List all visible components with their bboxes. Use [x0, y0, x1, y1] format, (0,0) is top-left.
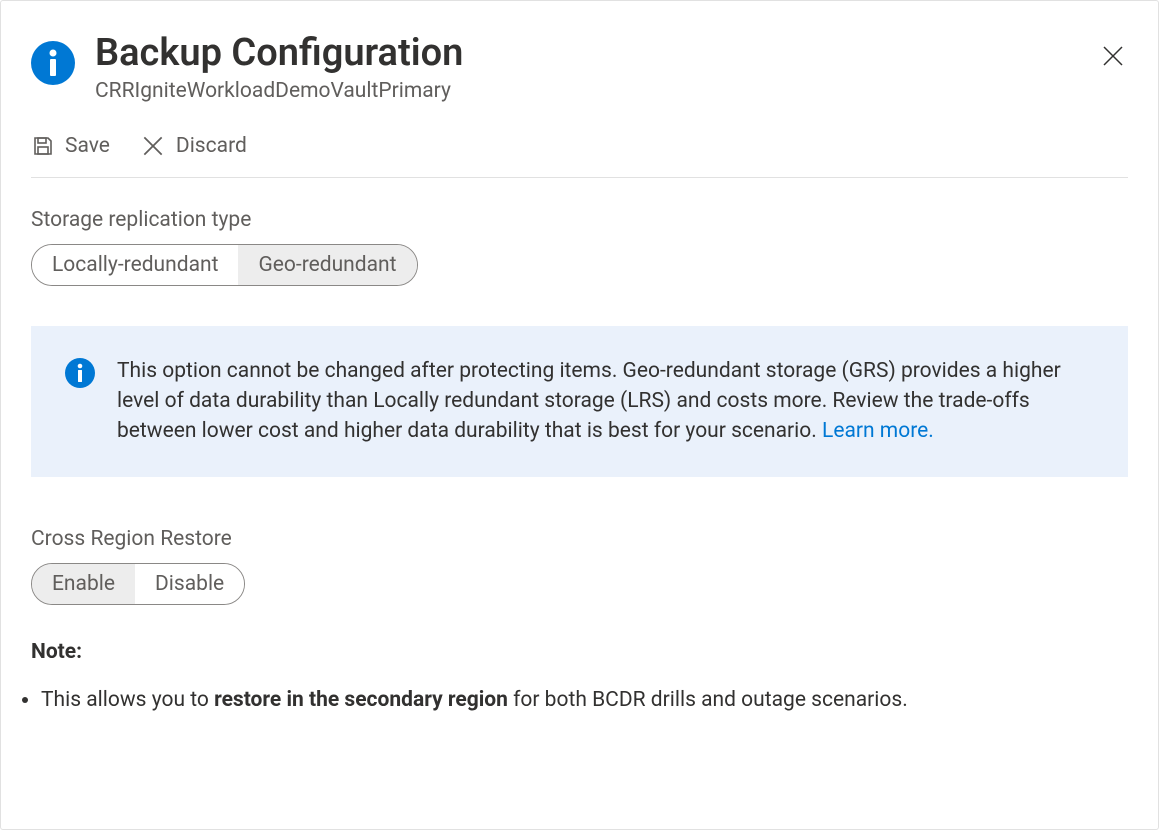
cross-region-label: Cross Region Restore	[31, 527, 1128, 551]
close-icon	[1101, 44, 1125, 68]
learn-more-link[interactable]: Learn more.	[822, 419, 934, 443]
note-item-suffix: for both BCDR drills and outage scenario…	[508, 688, 908, 712]
info-icon	[65, 358, 95, 388]
storage-replication-label: Storage replication type	[31, 208, 1128, 232]
storage-replication-toggle: Locally-redundant Geo-redundant	[31, 244, 418, 286]
cross-region-section: Cross Region Restore Enable Disable	[1, 477, 1158, 605]
note-label: Note:	[31, 640, 1128, 664]
header: Backup Configuration CRRIgniteWorkloadDe…	[1, 1, 1158, 103]
page-title: Backup Configuration	[95, 31, 1098, 77]
note-item-bold: restore in the secondary region	[214, 688, 508, 712]
cross-region-toggle: Enable Disable	[31, 563, 245, 605]
note-item-prefix: This allows you to	[41, 688, 214, 712]
save-icon	[31, 134, 55, 158]
locally-redundant-option[interactable]: Locally-redundant	[32, 245, 238, 285]
info-filled-icon	[31, 41, 75, 85]
header-text-block: Backup Configuration CRRIgniteWorkloadDe…	[95, 31, 1098, 103]
vault-name: CRRIgniteWorkloadDemoVaultPrimary	[95, 79, 1098, 103]
info-banner: This option cannot be changed after prot…	[31, 326, 1128, 477]
geo-redundant-option[interactable]: Geo-redundant	[238, 245, 416, 285]
note-item: This allows you to restore in the second…	[41, 686, 1158, 715]
note-section: Note:	[1, 605, 1158, 664]
storage-replication-section: Storage replication type Locally-redunda…	[1, 178, 1158, 286]
discard-button[interactable]: Discard	[140, 133, 247, 159]
save-button[interactable]: Save	[31, 134, 110, 158]
discard-label: Discard	[176, 134, 247, 158]
enable-option[interactable]: Enable	[32, 564, 135, 604]
save-label: Save	[65, 134, 110, 158]
disable-option[interactable]: Disable	[135, 564, 244, 604]
info-banner-text: This option cannot be changed after prot…	[117, 356, 1094, 447]
note-list: This allows you to restore in the second…	[1, 664, 1158, 715]
discard-icon	[140, 133, 166, 159]
close-button[interactable]	[1098, 41, 1128, 71]
toolbar: Save Discard	[1, 103, 1158, 177]
